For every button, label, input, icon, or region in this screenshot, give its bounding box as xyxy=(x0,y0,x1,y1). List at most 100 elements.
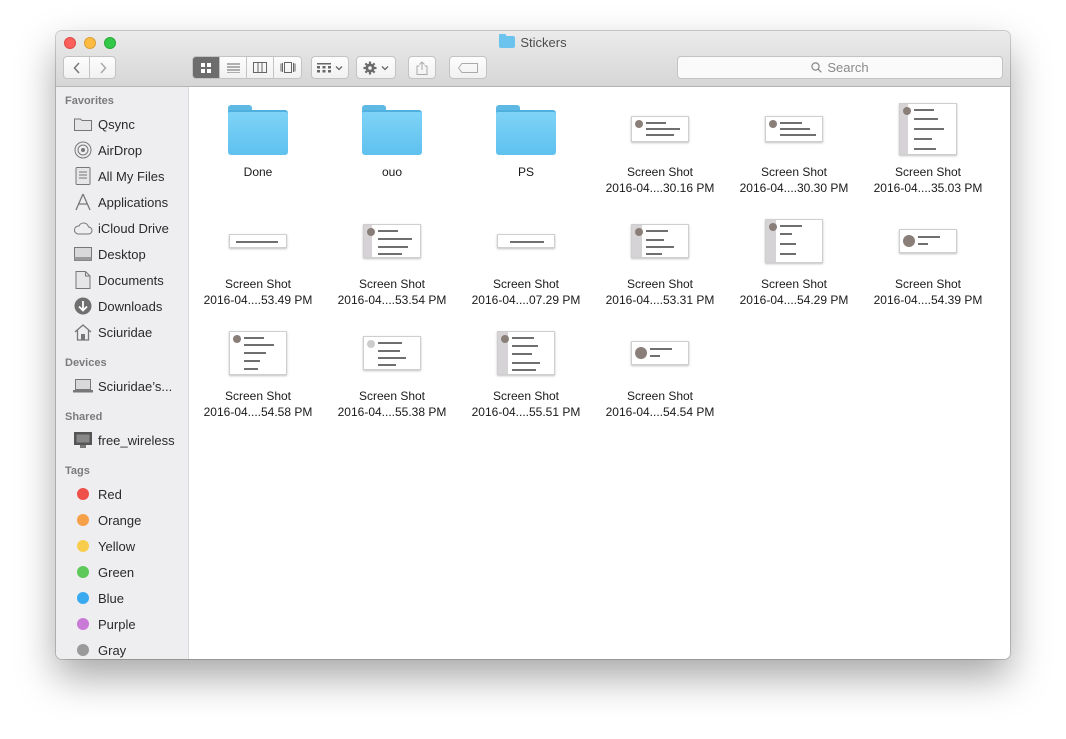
folder-item[interactable]: Done xyxy=(191,87,325,199)
file-name: Screen Shot 2016-04....55.51 PM xyxy=(471,389,581,419)
shared-header: Shared xyxy=(65,411,103,423)
file-item[interactable]: Screen Shot 2016-04....07.29 PM xyxy=(459,199,593,311)
sidebar-item-applications[interactable]: Applications xyxy=(73,192,168,212)
sidebar-item-desktop[interactable]: Desktop xyxy=(73,244,146,264)
file-item[interactable]: Screen Shot 2016-04....54.58 PM xyxy=(191,311,325,423)
sidebar-tag-purple[interactable]: Purple xyxy=(73,614,136,634)
sidebar-item-label: Purple xyxy=(98,616,136,632)
screenshot-thumbnail xyxy=(899,103,957,155)
file-name: Screen Shot 2016-04....54.39 PM xyxy=(873,277,983,307)
sidebar-tag-blue[interactable]: Blue xyxy=(73,588,124,608)
file-item[interactable]: Screen Shot 2016-04....54.29 PM xyxy=(727,199,861,311)
screenshot-thumbnail xyxy=(765,219,823,263)
sidebar-item-label: Red xyxy=(98,486,122,502)
file-name: Screen Shot 2016-04....55.38 PM xyxy=(337,389,447,419)
file-name: Screen Shot 2016-04....54.29 PM xyxy=(739,277,849,307)
folder-item[interactable]: PS xyxy=(459,87,593,199)
window-title: Stickers xyxy=(56,34,1010,50)
folder-icon xyxy=(362,105,422,155)
search-icon xyxy=(811,62,823,73)
file-item[interactable]: Screen Shot 2016-04....55.51 PM xyxy=(459,311,593,423)
file-grid: Done ouo PS Screen Shot 2016-04....30.16 … xyxy=(189,87,1010,659)
share-button[interactable] xyxy=(408,56,436,79)
sidebar-item-label: Documents xyxy=(98,272,164,288)
sidebar-tag-gray[interactable]: Gray xyxy=(73,640,126,659)
search-field[interactable]: Search xyxy=(677,56,1003,79)
folder-icon xyxy=(73,115,93,133)
folder-item[interactable]: ouo xyxy=(325,87,459,199)
file-item[interactable]: Screen Shot 2016-04....53.31 PM xyxy=(593,199,727,311)
arrange-button[interactable] xyxy=(311,56,349,79)
file-item[interactable]: Screen Shot 2016-04....30.30 PM xyxy=(727,87,861,199)
sidebar-item-label: Green xyxy=(98,564,135,580)
column-view-button[interactable] xyxy=(247,57,274,78)
window-title-text: Stickers xyxy=(520,35,567,50)
screenshot-thumbnail xyxy=(229,331,287,375)
back-button[interactable] xyxy=(63,56,90,79)
tag-color-dot xyxy=(77,488,89,500)
screenshot-thumbnail xyxy=(497,331,555,375)
file-name: Screen Shot 2016-04....53.31 PM xyxy=(605,277,715,307)
file-item[interactable]: Screen Shot 2016-04....55.38 PM xyxy=(325,311,459,423)
favorites-header: Favorites xyxy=(65,95,114,107)
screenshot-thumbnail xyxy=(497,234,555,248)
screenshot-thumbnail xyxy=(631,224,689,258)
screenshot-thumbnail xyxy=(765,116,823,142)
sidebar-item-label: iCloud Drive xyxy=(98,220,169,236)
action-button[interactable] xyxy=(356,56,396,79)
sidebar-item-downloads[interactable]: Downloads xyxy=(73,296,162,316)
applications-icon xyxy=(73,193,93,211)
file-item[interactable]: Screen Shot 2016-04....35.03 PM xyxy=(861,87,995,199)
screenshot-thumbnail xyxy=(631,341,689,365)
columns-icon xyxy=(253,62,267,73)
search-placeholder: Search xyxy=(827,60,869,75)
file-item[interactable]: Screen Shot 2016-04....54.54 PM xyxy=(593,311,727,423)
sidebar-tag-yellow[interactable]: Yellow xyxy=(73,536,135,556)
sidebar-item-label: Applications xyxy=(98,194,169,210)
sidebar-item-label: free_wireless xyxy=(98,432,175,448)
sidebar-item-label: Desktop xyxy=(98,246,146,262)
sidebar-item-airdrop[interactable]: AirDrop xyxy=(73,140,142,160)
sidebar-tag-orange[interactable]: Orange xyxy=(73,510,141,530)
sidebar-item-device[interactable]: Sciuridae’s... xyxy=(73,376,172,396)
file-item[interactable]: Screen Shot 2016-04....54.39 PM xyxy=(861,199,995,311)
sidebar-item-qsync[interactable]: Qsync xyxy=(73,114,135,134)
share-icon xyxy=(416,60,428,75)
forward-button[interactable] xyxy=(89,56,116,79)
list-view-button[interactable] xyxy=(220,57,247,78)
file-item[interactable]: Screen Shot 2016-04....30.16 PM xyxy=(593,87,727,199)
cover-flow-icon xyxy=(280,62,295,73)
grid-icon xyxy=(201,62,211,73)
file-name: Screen Shot 2016-04....30.16 PM xyxy=(605,165,715,195)
laptop-icon xyxy=(73,377,93,395)
chevron-right-icon xyxy=(99,61,107,74)
devices-header: Devices xyxy=(65,357,107,369)
file-name: Screen Shot 2016-04....53.49 PM xyxy=(203,277,313,307)
file-name: Screen Shot 2016-04....54.54 PM xyxy=(605,389,715,419)
sidebar-item-label: Blue xyxy=(98,590,125,606)
icon-view-button[interactable] xyxy=(193,57,220,78)
arrange-grid-icon xyxy=(317,62,331,72)
sidebar-item-all-my-files[interactable]: All My Files xyxy=(73,166,164,186)
file-name: ouo xyxy=(381,165,403,179)
edit-tags-button[interactable] xyxy=(449,56,487,79)
file-name: Screen Shot 2016-04....53.54 PM xyxy=(337,277,447,307)
sidebar-item-icloud-drive[interactable]: iCloud Drive xyxy=(73,218,169,238)
toolbar: Stickers Search xyxy=(56,31,1010,87)
sidebar-tag-green[interactable]: Green xyxy=(73,562,134,582)
file-item[interactable]: Screen Shot 2016-04....53.49 PM xyxy=(191,199,325,311)
sidebar-item-label: Yellow xyxy=(98,538,136,554)
sidebar-item-documents[interactable]: Documents xyxy=(73,270,164,290)
sidebar-item-free-wireless[interactable]: free_wireless xyxy=(73,430,175,450)
home-icon xyxy=(73,323,93,341)
folder-icon xyxy=(496,105,556,155)
cover-flow-button[interactable] xyxy=(274,57,301,78)
view-mode-control xyxy=(192,56,302,79)
chevron-down-icon xyxy=(335,65,343,70)
sidebar-item-label: All My Files xyxy=(98,168,165,184)
file-item[interactable]: Screen Shot 2016-04....53.54 PM xyxy=(325,199,459,311)
sidebar-item-sciuridae[interactable]: Sciuridae xyxy=(73,322,152,342)
screenshot-thumbnail xyxy=(899,229,957,253)
sidebar-item-label: Orange xyxy=(98,512,142,528)
sidebar-tag-red[interactable]: Red xyxy=(73,484,122,504)
